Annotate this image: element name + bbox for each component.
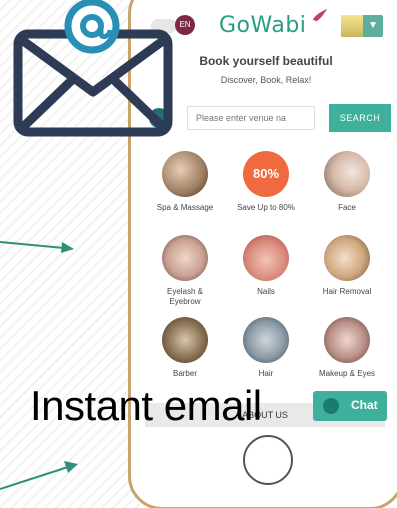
save-badge: 80% xyxy=(243,151,289,197)
brand-logo: GoWabi xyxy=(219,13,307,38)
hair-removal-image xyxy=(324,235,370,281)
category-label: Spa & Massage xyxy=(156,203,214,212)
category-face[interactable]: Face xyxy=(307,151,387,213)
chevron-down-icon: ▼ xyxy=(368,20,378,31)
category-barber[interactable]: Barber xyxy=(145,317,225,379)
category-label: Nails xyxy=(257,287,275,296)
envelope-at-icon xyxy=(13,0,173,137)
flag-icon xyxy=(341,15,363,37)
chat-label: Chat xyxy=(351,398,378,412)
makeup-image xyxy=(324,317,370,363)
category-label: Save Up to 80% xyxy=(237,203,295,212)
category-nails[interactable]: Nails xyxy=(226,235,306,297)
haircut-image xyxy=(243,317,289,363)
category-spa[interactable]: Spa & Massage xyxy=(145,151,225,213)
overlay-caption: Instant email xyxy=(30,382,262,429)
arrow-up-right-icon xyxy=(0,461,78,490)
language-badge[interactable]: EN xyxy=(175,15,195,35)
category-label: Makeup & Eyes xyxy=(318,369,376,378)
eyelash-image xyxy=(162,235,208,281)
category-eyelash[interactable]: Eyelash & Eyebrow xyxy=(145,235,225,307)
face-image xyxy=(324,151,370,197)
category-hair[interactable]: Hair xyxy=(226,317,306,379)
chat-button[interactable]: Chat xyxy=(313,391,387,421)
category-save[interactable]: 80% Save Up to 80% xyxy=(226,151,306,213)
phone-home-button[interactable] xyxy=(243,435,293,485)
venue-search-input[interactable] xyxy=(187,106,315,130)
barber-image xyxy=(162,317,208,363)
category-label: Hair Removal xyxy=(322,287,372,296)
menu-button[interactable]: ▼ xyxy=(341,15,383,37)
arrow-right-icon xyxy=(0,241,74,253)
category-makeup[interactable]: Makeup & Eyes xyxy=(307,317,387,379)
category-label: Hair xyxy=(258,369,274,378)
spa-image xyxy=(162,151,208,197)
hummingbird-icon xyxy=(312,8,328,22)
chat-bubble-icon xyxy=(323,398,339,414)
category-label: Barber xyxy=(172,369,197,378)
category-label: Eyelash & Eyebrow xyxy=(166,287,204,306)
search-button[interactable]: SEARCH xyxy=(329,104,391,132)
category-hair-removal[interactable]: Hair Removal xyxy=(307,235,387,297)
category-label: Face xyxy=(338,203,356,212)
nails-image xyxy=(243,235,289,281)
